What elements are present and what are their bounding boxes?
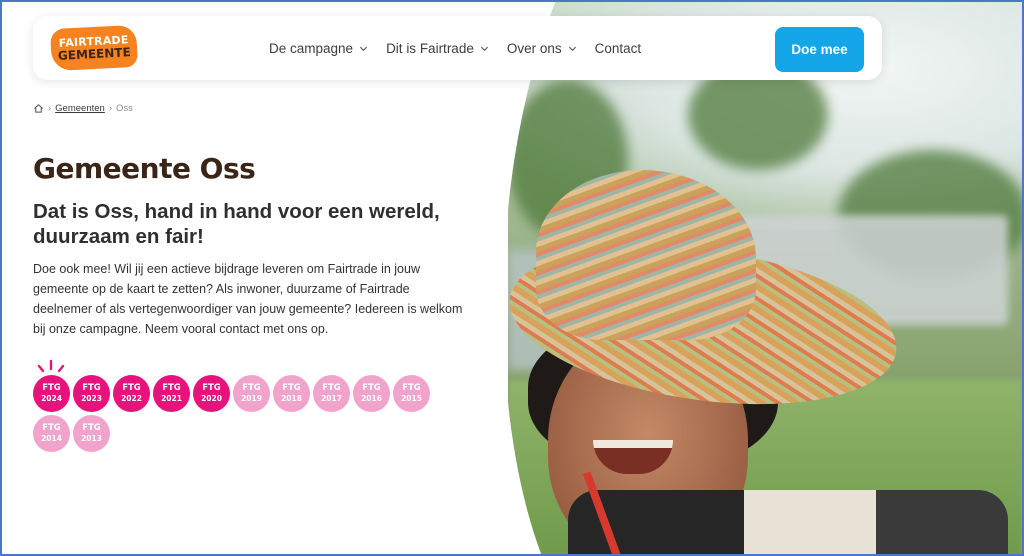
badge-year: 2022 (121, 394, 142, 403)
home-icon[interactable] (33, 103, 44, 114)
badge-year: 2024 (41, 394, 62, 403)
breadcrumb-gemeenten-link[interactable]: Gemeenten (55, 103, 105, 114)
photo-hat-crown (536, 170, 756, 340)
badge-year: 2018 (281, 394, 302, 403)
badge-label: FTG (82, 423, 101, 433)
ftg-badge-2019[interactable]: FTG 2019 (233, 375, 270, 412)
site-header: FAIRTRADE GEMEENTE De campagne Dit is Fai… (33, 16, 882, 80)
badge-label: FTG (242, 383, 261, 393)
ftg-badge-2016[interactable]: FTG 2016 (353, 375, 390, 412)
badge-label: FTG (162, 383, 181, 393)
nav-item-contact[interactable]: Contact (595, 41, 642, 56)
ftg-badge-2018[interactable]: FTG 2018 (273, 375, 310, 412)
hero-photo (508, 0, 1024, 556)
fairtrade-gemeente-logo[interactable]: FAIRTRADE GEMEENTE (49, 24, 139, 72)
ftg-badge-2023[interactable]: FTG 2023 (73, 375, 110, 412)
ftg-badge-2024[interactable]: FTG 2024 (33, 375, 70, 412)
badge-year: 2021 (161, 394, 182, 403)
badge-label: FTG (202, 383, 221, 393)
chevron-down-icon (360, 46, 368, 51)
badge-label: FTG (42, 423, 61, 433)
badge-year: 2014 (41, 434, 62, 443)
breadcrumb-current: Oss (116, 103, 133, 114)
ftg-badge-2021[interactable]: FTG 2021 (153, 375, 190, 412)
badge-year: 2013 (81, 434, 102, 443)
badge-label: FTG (42, 383, 61, 393)
ftg-badge-2013[interactable]: FTG 2013 (73, 415, 110, 452)
nav-item-label: Contact (594, 40, 642, 56)
doe-mee-button[interactable]: Doe mee (775, 27, 864, 72)
badge-year: 2015 (401, 394, 422, 403)
nav-item-dit-is-fairtrade[interactable]: Dit is Fairtrade (386, 41, 489, 56)
ftg-badge-2017[interactable]: FTG 2017 (313, 375, 350, 412)
breadcrumb-separator: › (108, 103, 112, 114)
ftg-badge-2014[interactable]: FTG 2014 (33, 415, 70, 452)
badge-year: 2020 (201, 394, 222, 403)
fairtrade-year-badges: FTG 2024 FTG 2023 FTG 2022 FTG 2021 FTG 2020 FTG 20… (33, 375, 453, 452)
badge-year: 2016 (361, 394, 382, 403)
ftg-badge-2015[interactable]: FTG 2015 (393, 375, 430, 412)
breadcrumb-separator: › (48, 103, 52, 114)
badge-label: FTG (82, 383, 101, 393)
page-subtitle: Dat is Oss, hand in hand voor een wereld… (33, 200, 440, 248)
nav-item-label: Over ons (506, 40, 562, 56)
nav-item-over-ons[interactable]: Over ons (507, 41, 577, 56)
badge-label: FTG (362, 383, 381, 393)
badge-year: 2017 (321, 394, 342, 403)
nav-item-label: Dit is Fairtrade (386, 40, 474, 56)
main-nav: De campagne Dit is Fairtrade Over ons Conta… (269, 16, 641, 80)
intro-paragraph: Doe ook mee! Wil jij een actieve bijdrag… (33, 262, 463, 336)
sparkle-icon (37, 359, 65, 373)
badge-label: FTG (282, 383, 301, 393)
badge-label: FTG (122, 383, 141, 393)
logo-line2: GEMEENTE (57, 44, 132, 63)
breadcrumb: › Gemeenten › Oss (33, 103, 133, 114)
badge-label: FTG (322, 383, 341, 393)
ftg-badge-2020[interactable]: FTG 2020 (193, 375, 230, 412)
badge-year: 2019 (241, 394, 262, 403)
chevron-down-icon (480, 46, 488, 51)
badge-label: FTG (402, 383, 421, 393)
chevron-down-icon (568, 46, 576, 51)
ftg-badge-2022[interactable]: FTG 2022 (113, 375, 150, 412)
nav-item-label: De campagne (269, 40, 354, 56)
photo-shirt (568, 490, 1008, 556)
badge-year: 2023 (81, 394, 102, 403)
nav-item-de-campagne[interactable]: De campagne (269, 41, 368, 56)
page-title: Gemeente Oss (33, 152, 256, 185)
